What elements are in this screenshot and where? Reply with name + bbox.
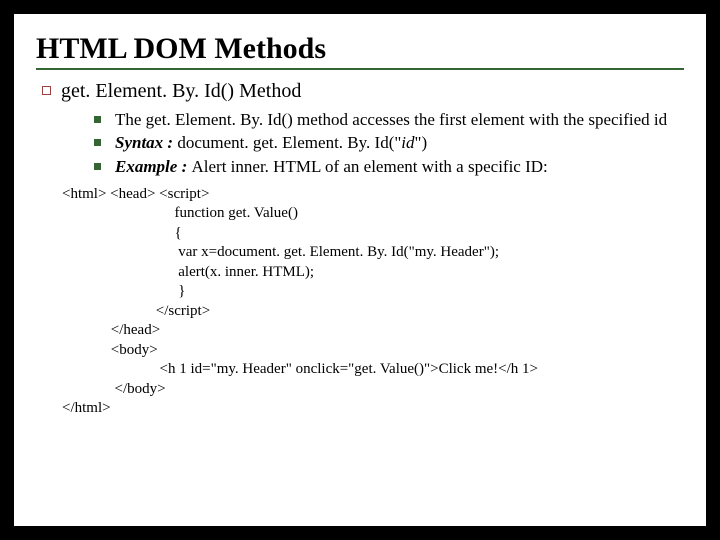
code-line: var x=document. get. Element. By. Id("my… xyxy=(62,243,684,263)
code-line: { xyxy=(62,224,684,244)
level2-text: Syntax : document. get. Element. By. Id(… xyxy=(115,132,427,153)
level1-text: get. Element. By. Id() Method xyxy=(61,80,301,103)
hollow-square-icon xyxy=(42,86,51,95)
example-body: Alert inner. HTML of an element with a s… xyxy=(192,157,548,176)
level2-item: The get. Element. By. Id() method access… xyxy=(94,109,684,130)
syntax-tail: ") xyxy=(415,133,428,152)
code-block: <html> <head> <script> function get. Val… xyxy=(62,185,684,419)
page-title: HTML DOM Methods xyxy=(36,32,684,66)
title-rule xyxy=(36,68,684,70)
code-line: </body> xyxy=(62,380,684,400)
code-line: <body> xyxy=(62,341,684,361)
slide: HTML DOM Methods get. Element. By. Id() … xyxy=(14,14,706,526)
syntax-label: Syntax : xyxy=(115,133,177,152)
syntax-arg: id xyxy=(401,133,414,152)
code-line: function get. Value() xyxy=(62,204,684,224)
solid-square-icon xyxy=(94,139,101,146)
code-line: </script> xyxy=(62,302,684,322)
code-line: </html> xyxy=(62,399,684,419)
code-line: alert(x. inner. HTML); xyxy=(62,263,684,283)
solid-square-icon xyxy=(94,163,101,170)
level2-text: Example : Alert inner. HTML of an elemen… xyxy=(115,156,548,177)
code-line: <h 1 id="my. Header" onclick="get. Value… xyxy=(62,360,684,380)
level1-row: get. Element. By. Id() Method xyxy=(42,80,684,103)
level1-item: get. Element. By. Id() Method The get. E… xyxy=(42,80,684,177)
example-label: Example : xyxy=(115,157,192,176)
syntax-body: document. get. Element. By. Id(" xyxy=(177,133,401,152)
code-line: <html> <head> <script> xyxy=(62,185,684,205)
solid-square-icon xyxy=(94,116,101,123)
level2-item: Example : Alert inner. HTML of an elemen… xyxy=(94,156,684,177)
level2-item: Syntax : document. get. Element. By. Id(… xyxy=(94,132,684,153)
level2-text: The get. Element. By. Id() method access… xyxy=(115,109,667,130)
level2-list: The get. Element. By. Id() method access… xyxy=(94,109,684,177)
code-line: } xyxy=(62,282,684,302)
code-line: </head> xyxy=(62,321,684,341)
